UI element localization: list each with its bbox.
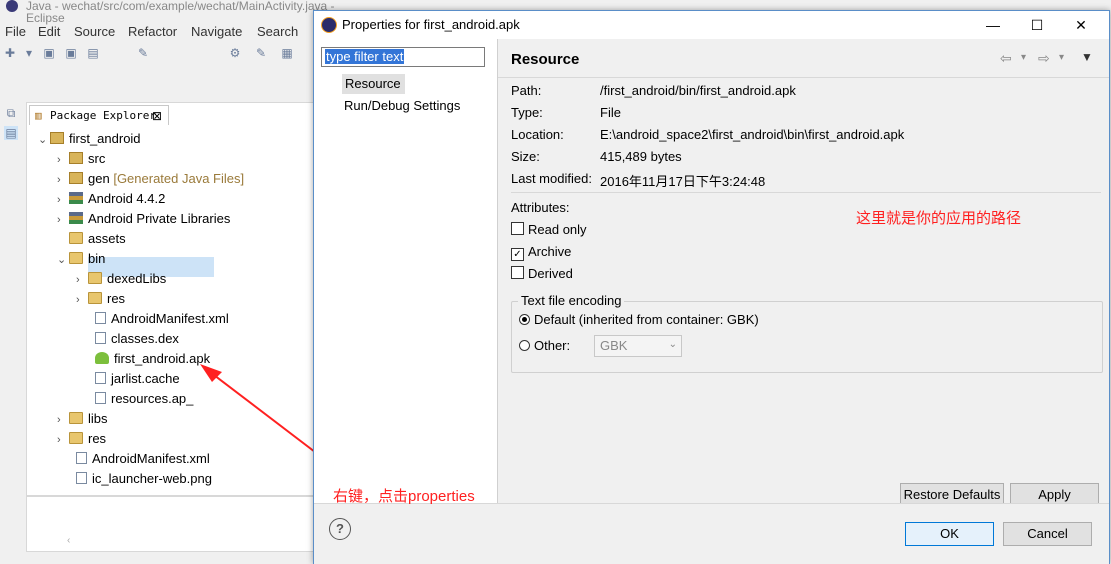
dialog-nav-pane: type filter text Resource Run/Debug Sett… <box>314 39 498 503</box>
path-value: /first_android/bin/first_android.apk <box>600 83 796 98</box>
maximize-icon[interactable]: ☐ <box>1027 15 1047 35</box>
dialog-title: Properties for first_android.apk <box>342 17 520 32</box>
text-encoding-legend: Text file encoding <box>518 293 625 308</box>
checkmark-icon: ✓ <box>511 248 524 261</box>
close-icon[interactable]: ✕ <box>1071 15 1091 35</box>
dialog-titlebar: Properties for first_android.apk — ☐ ✕ <box>314 11 1109 39</box>
nav-item-run-debug-settings[interactable]: Run/Debug Settings <box>344 96 460 116</box>
nav-item-resource[interactable]: Resource <box>342 74 405 94</box>
derived-checkbox[interactable]: Derived <box>511 266 573 281</box>
divider <box>511 192 1101 193</box>
path-annotation-text: 这里就是你的应用的路径 <box>856 210 1022 227</box>
dialog-content-pane: Resource ⇦ ▾ ⇨ ▾ ▼ Path: /first_android/… <box>498 39 1109 507</box>
checkbox-unchecked-icon <box>511 222 524 235</box>
path-label: Path: <box>511 83 542 98</box>
page-header: Resource ⇦ ▾ ⇨ ▾ ▼ <box>498 39 1109 78</box>
last-modified-value: 2016年11月17日下午3:24:48 <box>600 174 766 189</box>
location-value[interactable]: E:\android_space2\first_android\bin\firs… <box>600 127 904 142</box>
minimize-icon[interactable]: — <box>983 15 1003 35</box>
rightclick-annotation-text: 右键，点击properties <box>333 488 475 505</box>
chevron-down-icon[interactable]: ▾ <box>1021 52 1026 63</box>
default-encoding-radio[interactable]: Default (inherited from container: GBK) <box>519 312 759 327</box>
archive-label: Archive <box>528 244 572 259</box>
text-encoding-group: Text file encoding Default (inherited fr… <box>511 293 1103 373</box>
chevron-down-icon[interactable]: ▾ <box>1059 52 1064 63</box>
page-title: Resource <box>511 51 580 68</box>
size-label: Size: <box>511 149 540 164</box>
radio-selected-icon <box>519 314 530 325</box>
type-value: File <box>600 105 621 120</box>
dialog-footer: ? OK Cancel <box>314 503 1109 564</box>
type-label: Type: <box>511 105 543 120</box>
other-encoding-radio[interactable]: Other: <box>519 338 570 353</box>
archive-checkbox[interactable]: ✓ Archive <box>511 244 571 261</box>
attributes-label: Attributes: <box>511 200 570 215</box>
eclipse-logo-icon <box>321 17 337 33</box>
filter-input-text: type filter text <box>325 49 405 64</box>
encoding-select-value: GBK <box>600 338 628 353</box>
view-menu-icon[interactable]: ▼ <box>1081 50 1093 64</box>
back-arrow-icon[interactable]: ⇦ <box>1000 50 1012 67</box>
default-encoding-label: Default (inherited from container: GBK) <box>534 312 759 327</box>
encoding-select[interactable]: GBK ⌄ <box>594 335 682 357</box>
location-label: Location: <box>511 127 564 142</box>
cancel-button[interactable]: Cancel <box>1003 522 1092 546</box>
derived-label: Derived <box>528 266 573 281</box>
other-encoding-label: Other: <box>534 338 571 353</box>
properties-dialog: Properties for first_android.apk — ☐ ✕ t… <box>313 10 1110 564</box>
help-icon[interactable]: ? <box>329 518 351 540</box>
size-value: 415,489 bytes <box>600 149 682 164</box>
read-only-checkbox[interactable]: Read only <box>511 222 587 237</box>
read-only-label: Read only <box>528 222 587 237</box>
chevron-down-icon: ⌄ <box>668 339 677 350</box>
last-modified-label: Last modified: <box>511 171 592 186</box>
filter-input[interactable]: type filter text <box>321 47 485 67</box>
forward-arrow-icon[interactable]: ⇨ <box>1038 50 1050 67</box>
checkbox-unchecked-icon <box>511 266 524 279</box>
ok-button[interactable]: OK <box>905 522 994 546</box>
radio-unselected-icon <box>519 340 530 351</box>
